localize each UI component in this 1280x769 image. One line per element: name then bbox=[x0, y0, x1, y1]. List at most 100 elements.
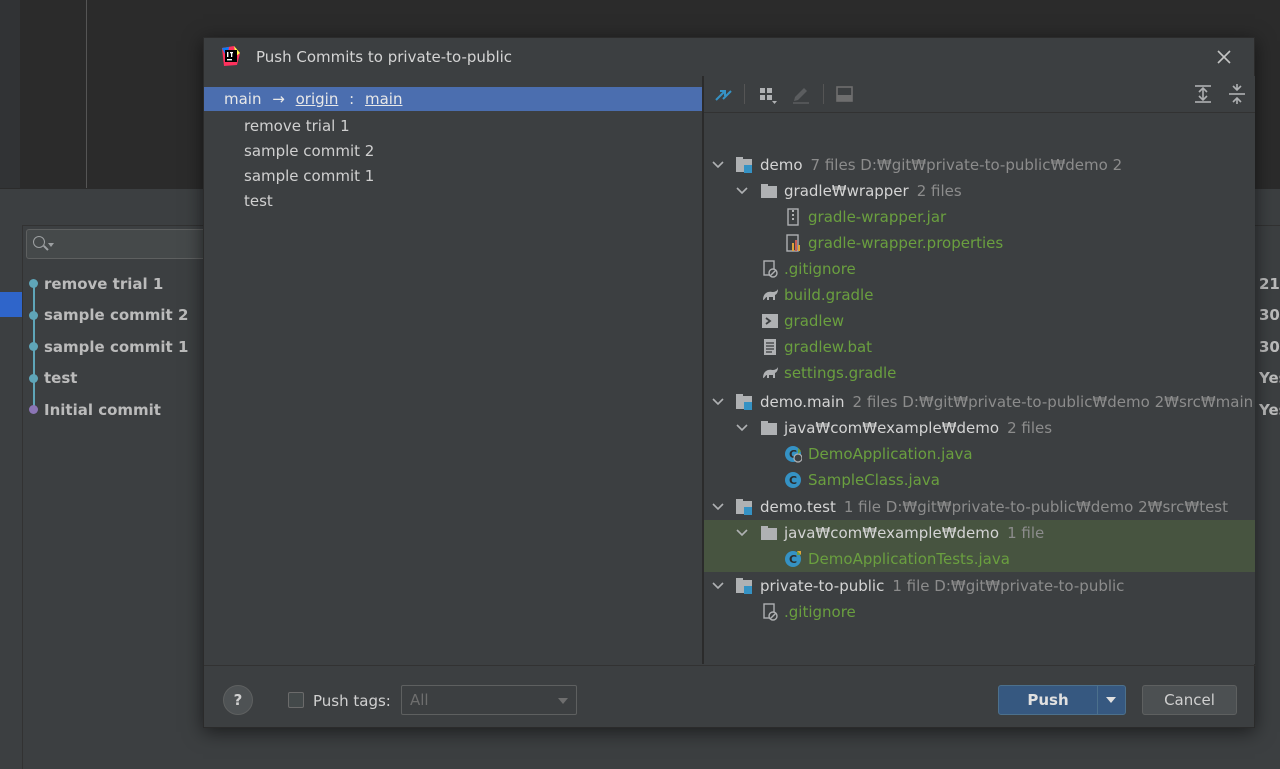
push-tags-label: Push tags: bbox=[313, 692, 391, 710]
log-commit-row[interactable]: test bbox=[44, 368, 77, 388]
tree-file-row[interactable]: C SampleClass.java bbox=[704, 467, 1255, 493]
gradle-icon bbox=[763, 289, 778, 300]
tree-folder-row[interactable]: java₩com₩example₩demo 1 file bbox=[704, 520, 1255, 546]
expand-all-icon[interactable] bbox=[1192, 84, 1214, 104]
tree-file-row[interactable]: .gitignore bbox=[704, 599, 1255, 625]
commit-item[interactable]: sample commit 1 bbox=[244, 166, 374, 186]
module-name: private-to-public bbox=[760, 577, 885, 595]
branch-colon: : bbox=[349, 90, 355, 108]
java-class-icon: C bbox=[785, 446, 802, 463]
commit-item[interactable]: test bbox=[244, 191, 273, 211]
toolbar-separator bbox=[823, 84, 824, 104]
toolbar-separator bbox=[744, 84, 745, 104]
commits-pane: main → origin : main remove trial 1 samp… bbox=[204, 86, 702, 664]
module-meta: 1 file D:₩git₩private-to-public₩demo 2₩s… bbox=[843, 498, 1228, 516]
push-options-dropdown-icon[interactable] bbox=[1098, 686, 1125, 714]
tree-file-row[interactable]: build.gradle bbox=[704, 282, 1255, 308]
tree-file-row[interactable]: C DemoApplicationTests.java bbox=[704, 546, 1255, 572]
push-tags-checkbox[interactable] bbox=[288, 692, 304, 708]
chevron-down-icon[interactable] bbox=[710, 389, 726, 415]
tree-file-row[interactable]: C DemoApplication.java bbox=[704, 441, 1255, 467]
push-button[interactable]: Push bbox=[998, 685, 1126, 715]
tree-file-row[interactable]: gradlew bbox=[704, 308, 1255, 334]
commit-item[interactable]: sample commit 2 bbox=[244, 141, 374, 161]
preview-panel-icon[interactable] bbox=[834, 84, 856, 104]
local-branch: main bbox=[224, 90, 262, 108]
chevron-down-icon[interactable] bbox=[734, 178, 750, 204]
arrow-icon: → bbox=[272, 90, 285, 108]
tree-folder-row[interactable]: java₩com₩example₩demo 2 files bbox=[704, 415, 1255, 441]
chevron-down-icon[interactable] bbox=[734, 415, 750, 441]
module-meta: 2 files D:₩git₩private-to-public₩demo 2₩… bbox=[852, 393, 1254, 411]
tree-module-row[interactable]: private-to-public 1 file D:₩git₩private-t… bbox=[704, 573, 1255, 599]
dialog-footer: ? Push tags: All Push Cancel bbox=[204, 665, 1256, 730]
edit-source-icon[interactable] bbox=[790, 84, 812, 104]
file-name: gradle-wrapper.properties bbox=[808, 234, 1004, 252]
changes-toolbar bbox=[704, 76, 1255, 113]
folder-name: java₩com₩example₩demo bbox=[784, 524, 1000, 542]
log-commit-row[interactable]: Initial commit bbox=[44, 400, 161, 420]
module-name: demo.main bbox=[760, 393, 845, 411]
group-by-icon[interactable] bbox=[756, 84, 778, 104]
log-search-input[interactable] bbox=[26, 229, 206, 259]
chevron-down-icon bbox=[558, 698, 568, 704]
svg-text:C: C bbox=[789, 553, 797, 566]
text-file-icon bbox=[764, 339, 776, 355]
log-commit-date: 21 bbox=[1259, 275, 1280, 293]
log-commit-date: Yes bbox=[1259, 401, 1280, 419]
dialog-title: Push Commits to private-to-public bbox=[256, 48, 513, 66]
log-commit-date: 30 bbox=[1259, 306, 1280, 324]
file-name: DemoApplicationTests.java bbox=[808, 550, 1010, 568]
log-commit-row[interactable]: sample commit 1 bbox=[44, 337, 188, 357]
chevron-down-icon bbox=[48, 243, 54, 247]
java-test-class-icon: C bbox=[785, 551, 801, 567]
folder-name: gradle₩wrapper bbox=[784, 182, 909, 200]
gitignore-file-icon bbox=[763, 603, 778, 621]
log-commit-row[interactable]: remove trial 1 bbox=[44, 274, 163, 294]
remote-branch-link[interactable]: main bbox=[365, 87, 402, 111]
chevron-down-icon[interactable] bbox=[710, 152, 726, 178]
log-commit-date: Yes bbox=[1259, 369, 1280, 387]
show-diff-icon[interactable] bbox=[712, 84, 734, 104]
file-name: .gitignore bbox=[784, 260, 856, 278]
push-commits-dialog: Push Commits to private-to-public main →… bbox=[203, 37, 1256, 730]
commit-item[interactable]: remove trial 1 bbox=[244, 116, 350, 136]
shell-script-icon bbox=[762, 314, 778, 328]
tree-file-row[interactable]: settings.gradle bbox=[704, 360, 1255, 386]
help-button[interactable]: ? bbox=[223, 685, 253, 715]
folder-meta: 1 file bbox=[1007, 524, 1045, 542]
log-commit-row[interactable]: sample commit 2 bbox=[44, 305, 188, 325]
branch-row[interactable]: main → origin : main bbox=[204, 87, 702, 111]
tree-file-row[interactable]: gradlew.bat bbox=[704, 334, 1255, 360]
tree-file-row[interactable]: .gitignore bbox=[704, 256, 1255, 282]
module-name: demo bbox=[760, 156, 803, 174]
close-icon[interactable] bbox=[1215, 48, 1233, 66]
chevron-down-icon[interactable] bbox=[710, 573, 726, 599]
commit-node bbox=[29, 279, 38, 288]
tree-file-row[interactable]: gradle-wrapper.properties bbox=[704, 230, 1255, 256]
file-name: build.gradle bbox=[784, 286, 874, 304]
module-meta: 7 files D:₩git₩private-to-public₩demo 2 bbox=[810, 156, 1123, 174]
changes-pane: demo 7 files D:₩git₩private-to-public₩dem… bbox=[704, 76, 1255, 664]
remote-link[interactable]: origin bbox=[296, 87, 339, 111]
editor-gutter bbox=[0, 0, 20, 188]
folder-icon bbox=[761, 526, 777, 540]
tree-folder-row[interactable]: gradle₩wrapper 2 files bbox=[704, 178, 1255, 204]
file-name: gradlew.bat bbox=[784, 338, 873, 356]
tree-file-row[interactable]: gradle-wrapper.jar bbox=[704, 204, 1255, 230]
tree-module-row[interactable]: demo.main 2 files D:₩git₩private-to-publi… bbox=[704, 389, 1255, 415]
tree-module-row[interactable]: demo.test 1 file D:₩git₩private-to-public… bbox=[704, 494, 1255, 520]
folder-icon bbox=[761, 421, 777, 435]
chevron-down-icon[interactable] bbox=[710, 494, 726, 520]
cancel-button[interactable]: Cancel bbox=[1142, 685, 1237, 715]
tree-module-row[interactable]: demo 7 files D:₩git₩private-to-public₩dem… bbox=[704, 152, 1255, 178]
collapse-all-icon[interactable] bbox=[1226, 84, 1248, 104]
editor-divider bbox=[86, 0, 87, 188]
file-name: DemoApplication.java bbox=[808, 445, 973, 463]
chevron-down-icon[interactable] bbox=[734, 520, 750, 546]
push-button-label[interactable]: Push bbox=[999, 686, 1097, 714]
gitignore-file-icon bbox=[763, 260, 778, 278]
folder-name: java₩com₩example₩demo bbox=[784, 419, 1000, 437]
push-tags-select[interactable]: All bbox=[401, 685, 577, 715]
folder-icon bbox=[761, 184, 777, 198]
